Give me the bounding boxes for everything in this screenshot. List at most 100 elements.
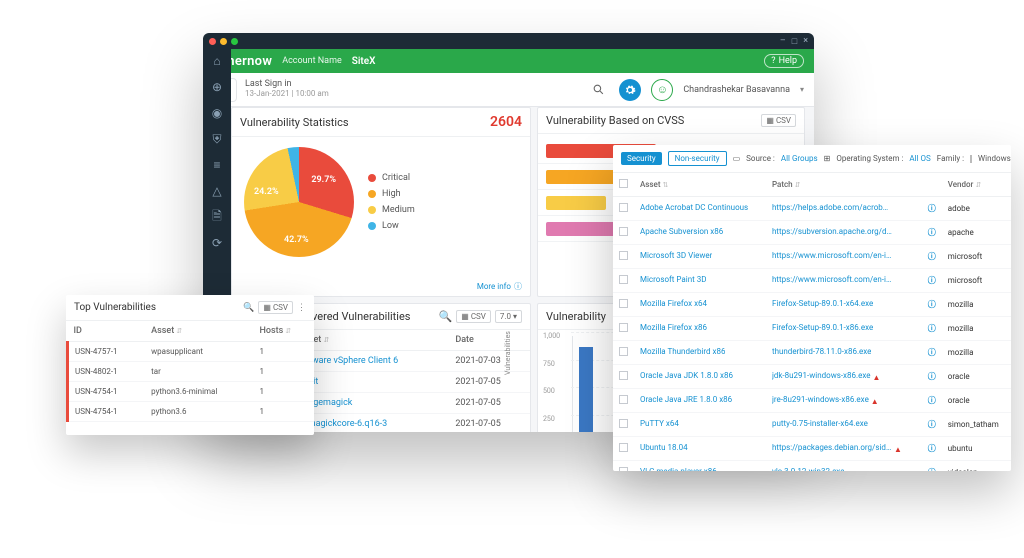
- cell-patch[interactable]: jre-8u291-windows-x86.exe ▲: [766, 389, 922, 413]
- window-minimize-icon[interactable]: [220, 38, 227, 45]
- gear-icon[interactable]: [619, 79, 641, 101]
- checkbox[interactable]: [619, 467, 628, 471]
- cell-select[interactable]: [613, 269, 634, 293]
- checkbox[interactable]: [619, 395, 628, 404]
- avatar-icon[interactable]: ☺: [651, 79, 673, 101]
- doc-icon[interactable]: 🗎: [209, 209, 225, 225]
- cell-select[interactable]: [613, 341, 634, 365]
- cell-info[interactable]: ⓘ: [922, 197, 942, 221]
- table-row[interactable]: USN-4754-1python3.61: [68, 402, 315, 422]
- cell-asset[interactable]: imagemagick: [292, 393, 449, 414]
- cell-asset[interactable]: Microsoft Paint 3D: [634, 269, 766, 293]
- col-vendor[interactable]: Vendor⇵: [942, 173, 1011, 197]
- cell-select[interactable]: [613, 221, 634, 245]
- cell-info[interactable]: ⓘ: [922, 437, 942, 461]
- table-row[interactable]: Apache Subversion x86https://subversion.…: [613, 221, 1011, 245]
- cell-select[interactable]: [613, 389, 634, 413]
- cell-info[interactable]: ⓘ: [922, 413, 942, 437]
- checkbox[interactable]: [619, 347, 628, 356]
- cell-asset[interactable]: VLC media player x86: [634, 461, 766, 472]
- cell-asset[interactable]: Ubuntu 18.04: [634, 437, 766, 461]
- table-row[interactable]: USN-4802-1tar1: [68, 362, 315, 382]
- cell-asset[interactable]: gedit: [292, 372, 449, 393]
- cell-asset[interactable]: Microsoft 3D Viewer: [634, 245, 766, 269]
- table-row[interactable]: Oracle Java JDK 1.8.0 x86jdk-8u291-windo…: [613, 365, 1011, 389]
- view-icon[interactable]: ◉: [209, 105, 225, 121]
- list-icon[interactable]: ≡: [209, 157, 225, 173]
- col-hosts[interactable]: Hosts⇵: [254, 321, 315, 342]
- cell-patch[interactable]: https://subversion.apache.org/download.c…: [766, 221, 922, 245]
- search-icon[interactable]: [587, 79, 609, 101]
- col-id[interactable]: ID: [68, 321, 146, 342]
- window-maximize-icon[interactable]: [231, 38, 238, 45]
- cell-select[interactable]: [613, 461, 634, 472]
- os-select[interactable]: All OS: [909, 154, 930, 163]
- cell-asset[interactable]: libmagickcore-6.q16-3: [292, 414, 449, 433]
- table-row[interactable]: Mozilla Thunderbird x86thunderbird-78.11…: [613, 341, 1011, 365]
- cell-id[interactable]: USN-4754-1: [68, 382, 146, 402]
- table-row[interactable]: Mozilla Firefox x86Firefox-Setup-89.0.1-…: [613, 317, 1011, 341]
- cell-patch[interactable]: https://packages.debian.org/sid/server-x…: [766, 437, 922, 461]
- table-row[interactable]: Oracle Java JRE 1.8.0 x86jre-8u291-windo…: [613, 389, 1011, 413]
- table-row[interactable]: Microsoft 3D Viewerhttps://www.microsoft…: [613, 245, 1011, 269]
- checkbox[interactable]: [619, 251, 628, 260]
- cell-asset[interactable]: VMware vSphere Client 6: [292, 351, 449, 372]
- table-row[interactable]: USN-4757-1wpasupplicant1: [68, 342, 315, 362]
- cell-patch[interactable]: Firefox-Setup-89.0.1-x86.exe: [766, 317, 922, 341]
- window-close-icon[interactable]: [209, 38, 216, 45]
- cell-asset[interactable]: Mozilla Thunderbird x86: [634, 341, 766, 365]
- table-row[interactable]: Ubuntu 18.04https://packages.debian.org/…: [613, 437, 1011, 461]
- cell-select[interactable]: [613, 293, 634, 317]
- checkbox[interactable]: [619, 203, 628, 212]
- checkbox[interactable]: [619, 323, 628, 332]
- checkbox[interactable]: [619, 299, 628, 308]
- cell-id[interactable]: USN-4757-1: [68, 342, 146, 362]
- checkbox[interactable]: [619, 443, 628, 452]
- chevron-down-icon[interactable]: ▾: [800, 85, 804, 94]
- home-icon[interactable]: ⌂: [209, 53, 225, 69]
- cell-select[interactable]: [613, 365, 634, 389]
- table-row[interactable]: USN-4754-1python3.6-minimal1: [68, 382, 315, 402]
- search-icon[interactable]: 🔍: [243, 303, 254, 313]
- cell-info[interactable]: ⓘ: [922, 389, 942, 413]
- checkbox-windows[interactable]: [970, 155, 972, 163]
- cell-patch[interactable]: vlc-3.0.12-win32.exe: [766, 461, 922, 472]
- tab-security[interactable]: Security: [621, 152, 662, 165]
- more-info-link[interactable]: More info ⓘ: [477, 281, 522, 292]
- table-row[interactable]: PuTTY x64putty-0.75-installer-x64.exe ⓘs…: [613, 413, 1011, 437]
- cell-select[interactable]: [613, 245, 634, 269]
- cell-patch[interactable]: https://www.microsoft.com/en-in/p/3d-vie…: [766, 245, 922, 269]
- cell-asset[interactable]: Oracle Java JDK 1.8.0 x86: [634, 365, 766, 389]
- cell-info[interactable]: ⓘ: [922, 317, 942, 341]
- cell-patch[interactable]: https://helps.adobe.com/acrobat/kb/acrob…: [766, 197, 922, 221]
- cell-info[interactable]: ⓘ: [922, 461, 942, 472]
- cycle-icon[interactable]: ⟳: [209, 235, 225, 251]
- tab-nonsecurity[interactable]: Non-security: [668, 151, 727, 166]
- col-patch[interactable]: Patch⇵: [766, 173, 922, 197]
- cell-info[interactable]: ⓘ: [922, 269, 942, 293]
- checkbox[interactable]: [619, 275, 628, 284]
- table-row[interactable]: Adobe Acrobat DC Continuoushttps://helps…: [613, 197, 1011, 221]
- export-csv-button[interactable]: ▦CSV: [456, 310, 491, 323]
- cell-info[interactable]: ⓘ: [922, 365, 942, 389]
- cell-patch[interactable]: jdk-8u291-windows-x86.exe ▲: [766, 365, 922, 389]
- checkbox[interactable]: [619, 371, 628, 380]
- col-asset[interactable]: Asset⇅: [634, 173, 766, 197]
- cell-info[interactable]: ⓘ: [922, 293, 942, 317]
- cell-id[interactable]: USN-4754-1: [68, 402, 146, 422]
- cell-patch[interactable]: https://www.microsoft.com/en-in/p/paint-…: [766, 269, 922, 293]
- minimize-button[interactable]: –: [780, 36, 786, 47]
- menu-icon[interactable]: ⋮: [297, 303, 306, 313]
- cell-info[interactable]: ⓘ: [922, 245, 942, 269]
- cell-asset[interactable]: Mozilla Firefox x86: [634, 317, 766, 341]
- cell-select[interactable]: [613, 317, 634, 341]
- cell-asset[interactable]: Mozilla Firefox x64: [634, 293, 766, 317]
- cell-id[interactable]: USN-4802-1: [68, 362, 146, 382]
- shield-icon[interactable]: ⛨: [209, 131, 225, 147]
- col-select[interactable]: [613, 173, 634, 197]
- severity-select[interactable]: 7.0 ▾: [495, 310, 522, 323]
- table-row[interactable]: VLC media player x86vlc-3.0.12-win32.exe…: [613, 461, 1011, 472]
- cell-info[interactable]: ⓘ: [922, 341, 942, 365]
- alert-icon[interactable]: △: [209, 183, 225, 199]
- cell-select[interactable]: [613, 437, 634, 461]
